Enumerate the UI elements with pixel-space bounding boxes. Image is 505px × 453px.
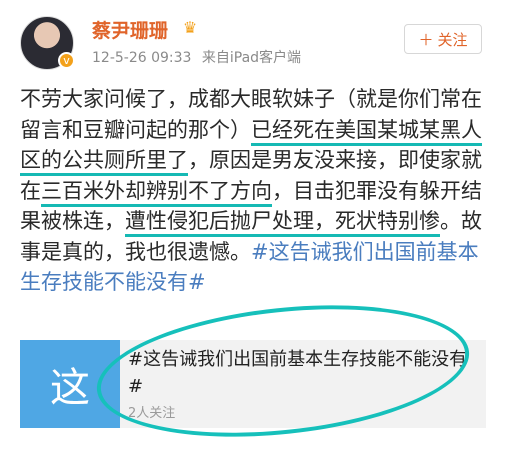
post-source: 来自iPad客户端	[201, 50, 302, 66]
highlighted-text-2: 三百米外却辨别不了方向	[41, 178, 272, 207]
highlighted-text-3: 遭性侵犯后抛尸处理，死状特别惨	[125, 209, 440, 237]
follow-label: 关注	[437, 30, 468, 49]
post-time: 12-5-26 09:33	[92, 50, 192, 66]
follow-button[interactable]: ＋ 关注	[404, 24, 482, 54]
username[interactable]: 蔡尹珊珊	[92, 16, 168, 43]
post-content: 不劳大家问候了，成都大眼软妹子（就是你们常在留言和豆瓣问起的那个）已经死在美国某…	[20, 84, 490, 298]
annotation-circle	[90, 288, 476, 453]
plus-icon: ＋	[418, 30, 434, 49]
crown-icon: ♛	[182, 17, 198, 37]
verified-badge: v	[58, 52, 75, 69]
post-meta: 12-5-26 09:33 来自iPad客户端	[92, 47, 301, 67]
